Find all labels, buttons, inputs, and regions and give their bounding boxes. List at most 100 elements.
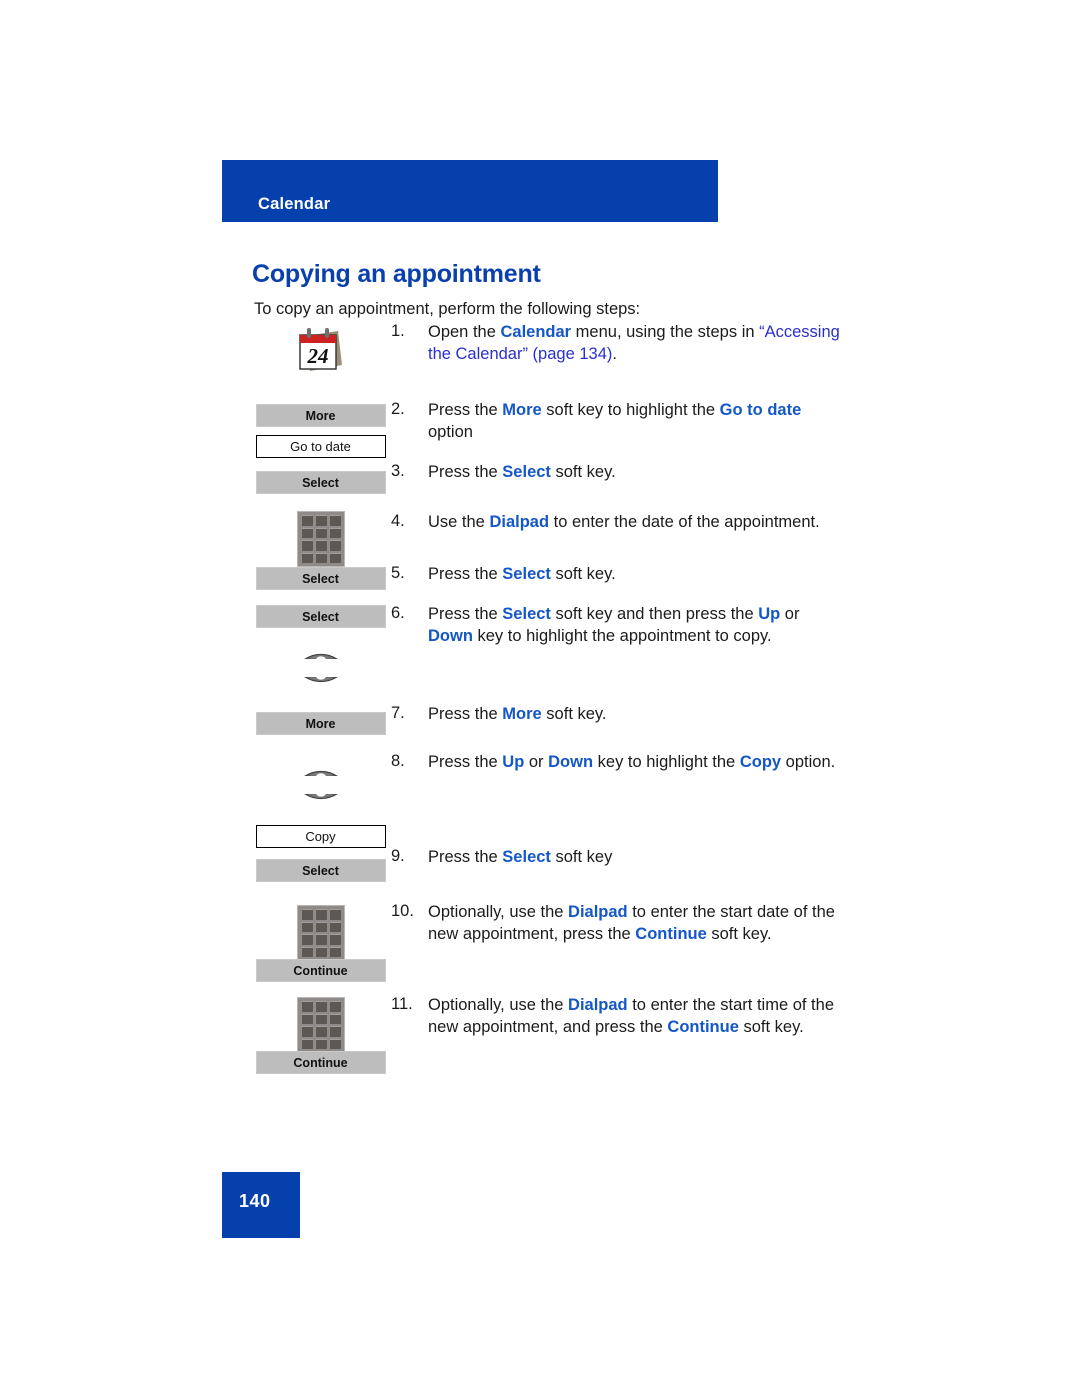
dialpad-key [300, 909, 313, 920]
gutter-slot: Select [253, 471, 388, 494]
page-number-block: 140 [222, 1172, 300, 1238]
step-text: Press the More soft key to highlight the… [428, 400, 848, 443]
emphasised-term: Go to date [719, 401, 802, 419]
step-text-fragment: soft key. [550, 565, 616, 583]
step-text: Optionally, use the Dialpad to enter the… [428, 902, 848, 945]
step-number: 6. [391, 604, 405, 622]
emphasised-term: More [502, 401, 542, 419]
softkey-more[interactable]: More [255, 712, 386, 735]
menu-item-copy[interactable]: Copy [255, 825, 386, 848]
dialpad-key [300, 1038, 313, 1049]
gutter-slot: Go to date [253, 435, 388, 458]
emphasised-term: Copy [739, 753, 782, 771]
step-text-fragment: Use the [428, 513, 490, 531]
dialpad-key [328, 909, 341, 920]
softkey-more[interactable]: More [255, 404, 386, 427]
dialpad-key [314, 1026, 327, 1037]
step-text: Press the Select soft key. [428, 462, 848, 484]
step-text-fragment: or [780, 605, 800, 623]
calendar-icon: 24 [294, 324, 348, 376]
emphasised-term: Select [502, 848, 551, 866]
dialpad-key [300, 1013, 313, 1024]
dialpad-key [314, 1001, 327, 1012]
softkey-select[interactable]: Select [255, 471, 386, 494]
softkey-select[interactable]: Select [255, 567, 386, 590]
emphasised-term: Up [502, 753, 525, 771]
step-number: 3. [391, 462, 405, 480]
step-text: Use the Dialpad to enter the date of the… [428, 512, 848, 534]
step-text-fragment: soft key. [706, 924, 772, 943]
dialpad-key [328, 921, 341, 932]
gutter-slot [253, 997, 388, 1053]
step-text-fragment: Press the [428, 848, 503, 866]
dialpad-key [314, 921, 327, 932]
emphasised-term: Down [428, 626, 473, 645]
gutter-slot: 24 [253, 324, 388, 376]
softkey-select[interactable]: Select [255, 605, 386, 628]
nav-down-icon [295, 793, 347, 825]
step-text-fragment: to enter the date of the appointment. [549, 513, 820, 531]
gutter-slot [253, 511, 388, 567]
step-text-fragment: soft key. [738, 1017, 804, 1036]
softkey-continue[interactable]: Continue [255, 1051, 386, 1074]
dialpad-key [300, 921, 313, 932]
dialpad-key [300, 1001, 313, 1012]
emphasised-term: Calendar [500, 323, 572, 341]
svg-text:24: 24 [306, 344, 328, 368]
step-text-fragment: option [428, 422, 473, 441]
dialpad-key [328, 527, 341, 538]
gutter-slot: Select [253, 605, 388, 628]
dialpad-key [314, 540, 327, 551]
step-number: 11. [391, 995, 413, 1013]
intro-paragraph: To copy an appointment, perform the foll… [254, 299, 641, 318]
step-text-fragment: soft key. [541, 705, 607, 723]
page-number: 140 [239, 1191, 271, 1211]
step-text-fragment: Optionally, use the [428, 903, 569, 921]
step-text-fragment: Press the [428, 565, 503, 583]
step-text-fragment: soft key. [550, 463, 616, 481]
gutter-slot: Select [253, 859, 388, 882]
step-text: Press the Select soft key [428, 847, 848, 869]
step-text: Optionally, use the Dialpad to enter the… [428, 995, 848, 1038]
dialpad-key [314, 1038, 327, 1049]
dialpad-key [328, 540, 341, 551]
emphasised-term: Up [758, 605, 781, 623]
dialpad-key [300, 552, 313, 563]
document-page: Calendar Copying an appointment To copy … [0, 0, 1080, 1397]
gutter-slot [253, 905, 388, 961]
dialpad-key [314, 527, 327, 538]
emphasised-term: Continue [667, 1017, 739, 1036]
gutter-slot: Continue [253, 959, 388, 982]
emphasised-term: Select [502, 565, 551, 583]
nav-down-icon [295, 676, 347, 708]
gutter-slot: Continue [253, 1051, 388, 1074]
step-text-fragment: soft key to highlight the [541, 401, 720, 419]
step-text-fragment: key to highlight the appointment to copy… [472, 626, 772, 645]
step-number: 7. [391, 704, 405, 722]
dialpad-key [314, 1013, 327, 1024]
dialpad-key [328, 934, 341, 945]
step-text-fragment: key to highlight the [593, 753, 740, 771]
step-number: 2. [391, 400, 405, 418]
step-number: 9. [391, 847, 405, 865]
step-text: Press the More soft key. [428, 704, 848, 726]
step-text: Press the Select soft key. [428, 564, 848, 586]
dialpad-key [328, 515, 341, 526]
menu-item-go-to-date[interactable]: Go to date [255, 435, 386, 458]
gutter-slot: More [253, 712, 388, 735]
step-text-fragment: soft key [550, 848, 613, 866]
softkey-select[interactable]: Select [255, 859, 386, 882]
emphasised-term: More [502, 705, 542, 723]
step-number: 10. [391, 902, 414, 920]
dialpad-key [300, 527, 313, 538]
dialpad-key [328, 552, 341, 563]
gutter-slot [253, 676, 388, 708]
gutter-slot [253, 633, 388, 664]
gutter-slot [253, 750, 388, 781]
running-header-bar: Calendar [222, 160, 718, 222]
softkey-continue[interactable]: Continue [255, 959, 386, 982]
dialpad-key [314, 946, 327, 957]
dialpad-key [300, 1026, 313, 1037]
step-text-fragment: menu, using the steps in [571, 323, 760, 341]
dialpad-key [314, 552, 327, 563]
